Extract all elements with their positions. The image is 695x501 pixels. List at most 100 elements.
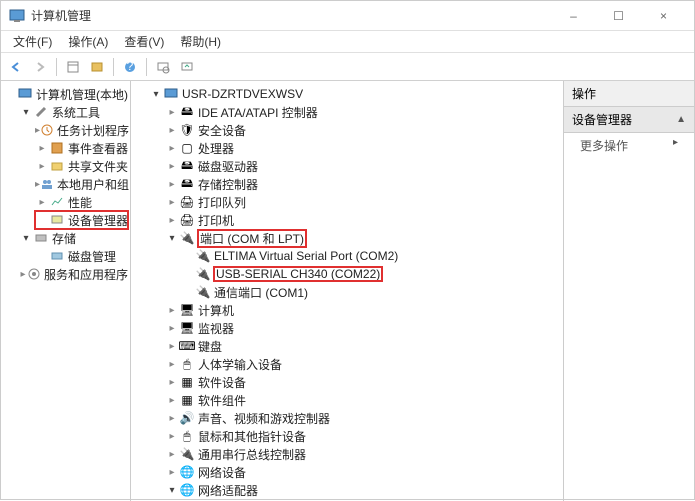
device-hid[interactable]: ▸🖱人体学输入设备: [165, 355, 561, 373]
device-sound[interactable]: ▸🔊声音、视频和游戏控制器: [165, 409, 561, 427]
expand-icon[interactable]: ▸: [35, 143, 49, 154]
tree-device-manager[interactable]: ▸设备管理器: [35, 211, 128, 229]
device-print-queue[interactable]: ▸🖨打印队列: [165, 193, 561, 211]
expand-icon[interactable]: ▸: [165, 107, 179, 118]
menu-file[interactable]: 文件(F): [5, 31, 60, 52]
help-button[interactable]: ?: [119, 56, 141, 78]
svg-text:?: ?: [127, 60, 134, 73]
storage-ctrl-icon: 🖴: [179, 176, 195, 192]
expand-icon[interactable]: ▸: [165, 215, 179, 226]
device-sw-comp[interactable]: ▸▦软件组件: [165, 391, 561, 409]
maximize-button[interactable]: ☐: [596, 1, 641, 31]
expand-icon[interactable]: ▸: [165, 161, 179, 172]
tree-sys-tools[interactable]: ▾系统工具: [19, 103, 128, 121]
actions-section[interactable]: 设备管理器 ▲: [564, 107, 694, 133]
chevron-right-icon: ▸: [673, 137, 678, 148]
back-button[interactable]: [5, 56, 27, 78]
software-icon: ▦: [179, 374, 195, 390]
device-usb[interactable]: ▸🔌通用串行总线控制器: [165, 445, 561, 463]
tree-local-users[interactable]: ▸本地用户和组: [35, 175, 128, 193]
expand-icon[interactable]: ▸: [165, 125, 179, 136]
port-eltima[interactable]: ▸🔌ELTIMA Virtual Serial Port (COM2): [181, 247, 561, 265]
device-net-adapter[interactable]: ▾🌐网络适配器: [165, 481, 561, 499]
main-content: ▸计算机管理(本地) ▾系统工具 ▸任务计划程序 ▸事件查看器 ▸共享文件夹 ▸…: [1, 81, 694, 501]
expand-icon[interactable]: ▸: [165, 359, 179, 370]
app-icon: [9, 8, 25, 24]
device-root[interactable]: ▾USR-DZRTDVEXWSV: [149, 85, 561, 103]
collapse-icon[interactable]: ▾: [149, 89, 163, 100]
expand-icon[interactable]: ▸: [19, 269, 27, 280]
collapse-icon[interactable]: ▾: [19, 233, 33, 244]
properties-button[interactable]: [86, 56, 108, 78]
device-storage-ctrl[interactable]: ▸🖴存储控制器: [165, 175, 561, 193]
port-icon: 🔌: [195, 248, 211, 264]
collapse-icon[interactable]: ▾: [165, 233, 179, 244]
device-computer[interactable]: ▸🖥计算机: [165, 301, 561, 319]
show-hide-tree-button[interactable]: [62, 56, 84, 78]
expand-icon[interactable]: ▸: [165, 179, 179, 190]
forward-button[interactable]: [29, 56, 51, 78]
expand-icon[interactable]: ▸: [165, 467, 179, 478]
storage-icon: [33, 230, 49, 246]
expand-icon[interactable]: ▸: [165, 377, 179, 388]
tree-performance[interactable]: ▸性能: [35, 193, 128, 211]
tree-task-scheduler[interactable]: ▸任务计划程序: [35, 121, 128, 139]
expand-icon[interactable]: ▸: [165, 449, 179, 460]
device-ports[interactable]: ▾🔌端口 (COM 和 LPT): [165, 229, 561, 247]
collapse-icon[interactable]: ▾: [19, 107, 33, 118]
port-icon: 🔌: [195, 284, 211, 300]
minimize-button[interactable]: –: [551, 1, 596, 31]
expand-icon[interactable]: ▸: [165, 395, 179, 406]
device-net-dev[interactable]: ▸🌐网络设备: [165, 463, 561, 481]
collapse-icon[interactable]: ▾: [165, 485, 179, 496]
expand-icon[interactable]: ▸: [165, 197, 179, 208]
more-actions[interactable]: 更多操作 ▸: [564, 133, 694, 158]
tree-event-viewer[interactable]: ▸事件查看器: [35, 139, 128, 157]
device-security[interactable]: ▸🛡安全设备: [165, 121, 561, 139]
tree-disk-mgmt[interactable]: ▸磁盘管理: [35, 247, 128, 265]
expand-icon[interactable]: ▸: [35, 161, 49, 172]
expand-icon[interactable]: ▸: [165, 323, 179, 334]
tree-root[interactable]: ▸计算机管理(本地): [3, 85, 128, 103]
menu-view[interactable]: 查看(V): [116, 31, 172, 52]
device-monitor[interactable]: ▸🖥监视器: [165, 319, 561, 337]
tree-services[interactable]: ▸服务和应用程序: [19, 265, 128, 283]
shield-icon: 🛡: [179, 122, 195, 138]
device-cpu[interactable]: ▸▢处理器: [165, 139, 561, 157]
software-icon: ▦: [179, 392, 195, 408]
title-bar: 计算机管理 – ☐ ×: [1, 1, 694, 31]
hid-icon: 🖱: [179, 356, 195, 372]
port-com1[interactable]: ▸🔌通信端口 (COM1): [181, 283, 561, 301]
refresh-button[interactable]: [176, 56, 198, 78]
device-keyboard[interactable]: ▸⌨键盘: [165, 337, 561, 355]
expand-icon[interactable]: ▸: [165, 143, 179, 154]
tree-shared-folders[interactable]: ▸共享文件夹: [35, 157, 128, 175]
device-tree[interactable]: ▾USR-DZRTDVEXWSV ▸🖴IDE ATA/ATAPI 控制器 ▸🛡安…: [131, 81, 564, 501]
port-icon: 🔌: [195, 266, 211, 282]
expand-icon[interactable]: ▸: [35, 197, 49, 208]
menu-help[interactable]: 帮助(H): [172, 31, 229, 52]
device-ide[interactable]: ▸🖴IDE ATA/ATAPI 控制器: [165, 103, 561, 121]
tree-storage[interactable]: ▾存储: [19, 229, 128, 247]
close-button[interactable]: ×: [641, 1, 686, 31]
device-mouse[interactable]: ▸🖱鼠标和其他指针设备: [165, 427, 561, 445]
scan-button[interactable]: [152, 56, 174, 78]
network-icon: 🌐: [179, 464, 195, 480]
toolbar-separator: [113, 58, 114, 76]
actions-header: 操作: [564, 81, 694, 107]
left-tree[interactable]: ▸计算机管理(本地) ▾系统工具 ▸任务计划程序 ▸事件查看器 ▸共享文件夹 ▸…: [1, 81, 131, 501]
device-mgr-icon: [49, 212, 65, 228]
device-disk[interactable]: ▸🖴磁盘驱动器: [165, 157, 561, 175]
expand-icon[interactable]: ▸: [165, 431, 179, 442]
device-printer[interactable]: ▸🖨打印机: [165, 211, 561, 229]
menu-action[interactable]: 操作(A): [60, 31, 116, 52]
port-ch340[interactable]: ▸🔌USB-SERIAL CH340 (COM22): [181, 265, 561, 283]
expand-icon[interactable]: ▸: [165, 305, 179, 316]
expand-icon[interactable]: ▸: [165, 413, 179, 424]
expand-icon[interactable]: ▸: [165, 341, 179, 352]
toolbar: ?: [1, 53, 694, 81]
tools-icon: [33, 104, 49, 120]
device-sw-dev[interactable]: ▸▦软件设备: [165, 373, 561, 391]
chevron-up-icon: ▲: [676, 114, 686, 125]
port-icon: 🔌: [179, 230, 195, 246]
